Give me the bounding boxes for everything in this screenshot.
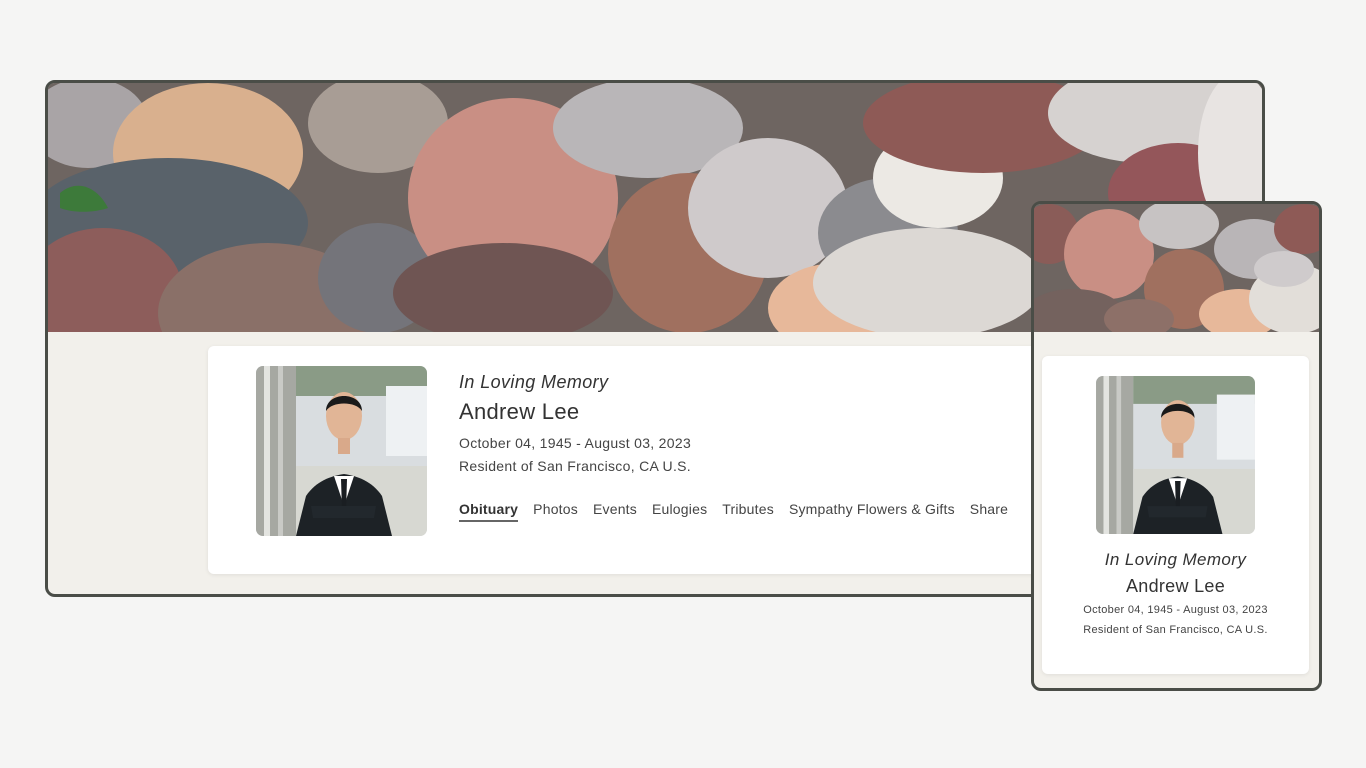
memorial-heading: In Loving Memory — [459, 372, 609, 392]
deceased-name: Andrew Lee — [1125, 576, 1226, 596]
life-dates: October 04, 1945 - August 03, 2023 — [459, 435, 692, 451]
memorial-nav-tabs: Obituary Photos Events Eulogies Tributes… — [459, 501, 1023, 522]
tab-tributes[interactable]: Tributes — [722, 501, 774, 522]
tab-share[interactable]: Share — [970, 501, 1008, 522]
portrait-photo — [1096, 376, 1255, 534]
memorial-heading: In Loving Memory — [1104, 550, 1247, 569]
residence-text: Resident of San Francisco, CA U.S. — [459, 458, 691, 474]
portrait-photo — [256, 366, 427, 536]
profile-card: In Loving Memory Andrew Lee October 04, … — [208, 346, 1108, 574]
tab-events[interactable]: Events — [593, 501, 637, 522]
deceased-name: Andrew Lee — [459, 399, 580, 424]
tab-eulogies[interactable]: Eulogies — [652, 501, 707, 522]
tab-sympathy-flowers-gifts[interactable]: Sympathy Flowers & Gifts — [789, 501, 955, 522]
life-dates: October 04, 1945 - August 03, 2023 — [1083, 604, 1268, 616]
mobile-profile-card: In Loving Memory Andrew Lee October 04, … — [1042, 356, 1309, 674]
profile-info: In Loving Memory Andrew Lee October 04, … — [459, 372, 1088, 474]
tab-obituary[interactable]: Obituary — [459, 501, 519, 522]
tab-photos[interactable]: Photos — [533, 501, 578, 522]
pebbles-banner-image — [1034, 204, 1319, 332]
mobile-preview-frame: In Loving Memory Andrew Lee October 04, … — [1031, 201, 1322, 691]
residence-text: Resident of San Francisco, CA U.S. — [1083, 624, 1268, 636]
